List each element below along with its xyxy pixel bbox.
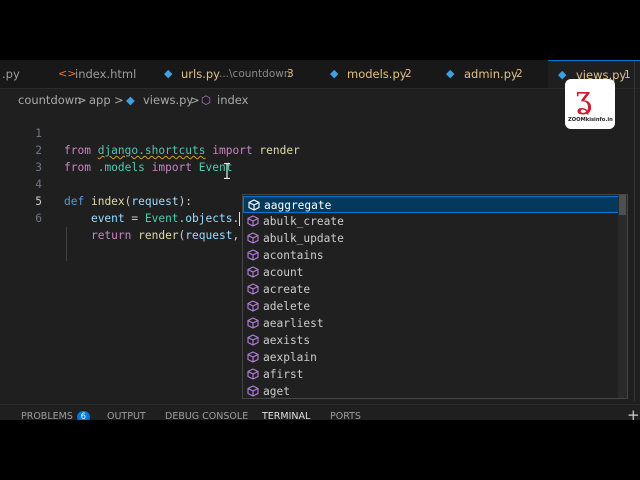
panel-tab-bar: PROBLEMS 6 OUTPUT DEBUG CONSOLE TERMINAL … <box>0 404 640 420</box>
suggestion-item[interactable]: aexists <box>243 332 619 349</box>
tab-problem-count: 3 <box>287 68 294 80</box>
suggestion-label: afirst <box>263 368 304 381</box>
editor-window: .py <> index.html ◆ urls.py ...\countdow… <box>0 60 640 420</box>
method-cube-icon <box>247 232 259 244</box>
method-cube-icon <box>247 249 259 261</box>
tab-problem-count: 2 <box>516 68 523 80</box>
suggestion-item[interactable]: afirst <box>243 366 619 383</box>
tab-output[interactable]: OUTPUT <box>107 411 146 420</box>
method-cube-icon <box>247 215 259 227</box>
suggestion-label: adelete <box>263 300 311 313</box>
method-cube-icon <box>247 300 259 312</box>
tab-label: models.py <box>347 67 407 81</box>
code-line: 2 from .models import Event <box>0 125 640 174</box>
suggestion-item[interactable]: acount <box>243 264 619 281</box>
suggestion-item[interactable]: acreate <box>243 281 619 298</box>
suggestion-item[interactable]: aaggregate <box>243 196 619 213</box>
tab-label: urls.py <box>181 67 220 81</box>
code-line: 3 <box>0 142 640 174</box>
suggestion-label: aexplain <box>263 351 317 364</box>
tab-subtitle: ...\countdown <box>219 68 291 80</box>
tab-partial-py[interactable]: .py <box>0 60 47 88</box>
tab-ports[interactable]: PORTS <box>330 411 361 420</box>
tab-problems[interactable]: PROBLEMS 6 <box>21 411 90 420</box>
suggestion-label: abulk_update <box>263 232 344 245</box>
tab-index-html[interactable]: <> index.html <box>46 60 155 88</box>
method-cube-icon <box>248 199 260 211</box>
tab-admin-py[interactable]: ◆ admin.py 2 <box>436 60 549 88</box>
python-file-icon: ◆ <box>164 67 173 80</box>
line-number: 6 <box>35 212 42 225</box>
code-line-current: 5 event = Event.objects. <box>0 176 640 226</box>
method-cube-icon <box>247 368 259 380</box>
suggestion-item[interactable]: acontains <box>243 247 619 264</box>
suggestion-item[interactable]: adelete <box>243 298 619 315</box>
suggestion-item[interactable]: aexplain <box>243 349 619 366</box>
method-cube-icon <box>247 334 259 346</box>
code-line: 1 from django.shortcuts import render <box>0 108 640 157</box>
suggestion-label: acount <box>263 266 304 279</box>
python-file-icon: ◆ <box>446 67 455 80</box>
tab-terminal[interactable]: TERMINAL <box>262 411 310 420</box>
tab-bar: .py <> index.html ◆ urls.py ...\countdow… <box>0 60 640 89</box>
suggestions-scrollbar[interactable] <box>618 195 627 398</box>
add-terminal-button[interactable]: + <box>627 406 640 420</box>
suggestion-label: aearliest <box>263 317 324 330</box>
text-cursor-icon <box>224 163 230 179</box>
suggestion-item[interactable]: abulk_create <box>243 213 619 230</box>
code-line: 4 def index(request): <box>0 159 640 208</box>
suggestion-item[interactable]: aget <box>243 383 619 400</box>
method-cube-icon <box>247 351 259 363</box>
autocomplete-suggestions: aaggregate abulk_create abulk_updateaconta… <box>242 194 628 399</box>
watermark-logo: ʓ ZOOMkisinfo.in <box>565 79 615 129</box>
watermark-text: ZOOMkisinfo.in <box>568 117 613 123</box>
suggestion-label: acreate <box>263 283 311 296</box>
tab-debug-console[interactable]: DEBUG CONSOLE <box>165 411 248 420</box>
method-cube-icon <box>247 317 259 329</box>
tab-urls-py[interactable]: ◆ urls.py ...\countdown 3 <box>154 60 321 88</box>
suggestion-item[interactable]: abulk_update <box>243 230 619 247</box>
tab-label: .py <box>2 67 20 81</box>
tab-models-py[interactable]: ◆ models.py 2 <box>320 60 437 88</box>
tab-label: index.html <box>75 67 137 81</box>
python-file-icon: ◆ <box>330 67 339 80</box>
problems-count-badge: 6 <box>76 411 90 420</box>
suggestion-label: aaggregate <box>264 199 332 212</box>
method-cube-icon <box>247 266 259 278</box>
logo-mark-icon: ʓ <box>575 81 592 116</box>
text-caret <box>239 212 241 226</box>
method-cube-icon <box>247 283 259 295</box>
tab-label: admin.py <box>464 67 518 81</box>
suggestion-label: aexists <box>263 334 311 347</box>
suggestion-item[interactable]: aearliest <box>243 315 619 332</box>
suggestion-label: aget <box>263 385 290 398</box>
tab-problem-count: 1 <box>624 69 631 81</box>
tab-problem-count: 2 <box>405 68 412 80</box>
html-file-icon: <> <box>58 67 77 80</box>
method-cube-icon <box>247 385 259 397</box>
suggestion-label: abulk_create <box>263 215 344 228</box>
suggestion-label: acontains <box>263 249 324 262</box>
